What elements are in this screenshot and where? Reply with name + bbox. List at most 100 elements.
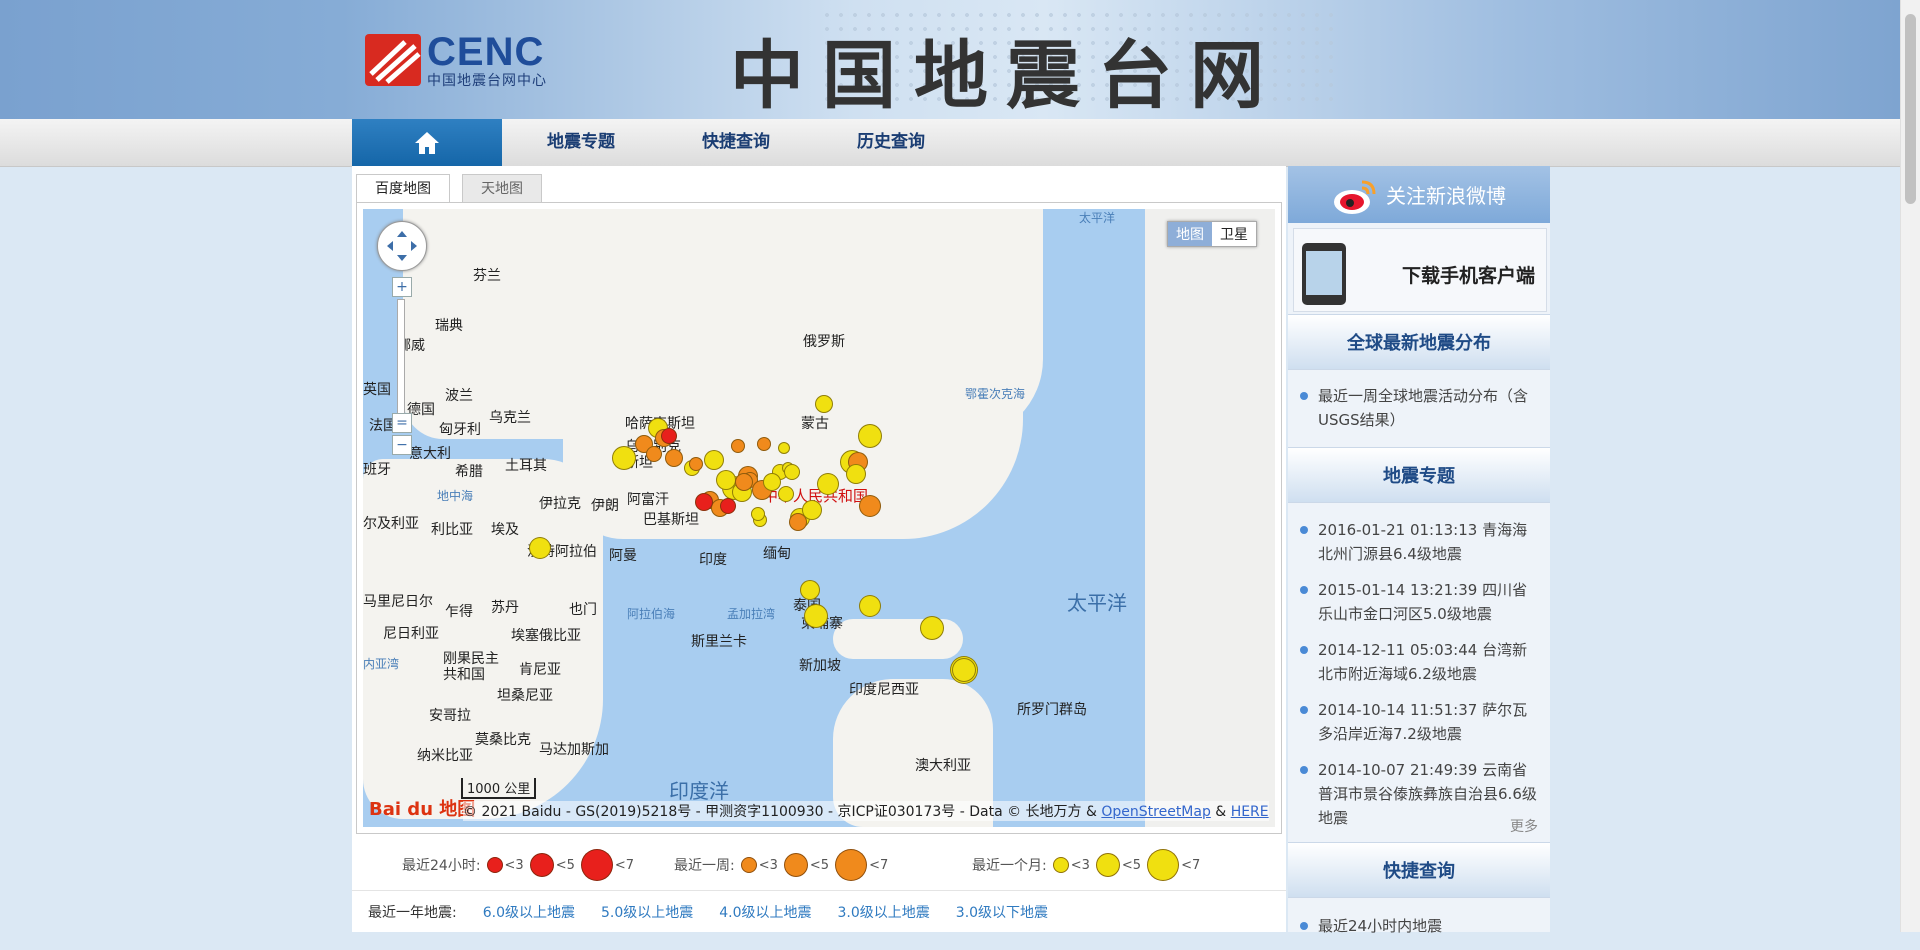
map-label: 土耳其	[505, 458, 547, 474]
map-label: 班牙	[363, 462, 391, 478]
copyright-amp: &	[1210, 804, 1231, 820]
legend-text: <5	[555, 857, 575, 873]
openstreetmap-link[interactable]: OpenStreetMap	[1101, 804, 1210, 820]
page-scrollbar[interactable]	[1900, 0, 1920, 932]
map-frame: 芬兰 瑞典 俄罗斯 挪威 英国 波兰 德国 乌克兰 法国 匈牙利 意大利 哈萨克…	[356, 202, 1282, 834]
legend-text: <3	[758, 857, 778, 873]
link-mag-3-plus[interactable]: 3.0级以上地震	[838, 902, 930, 922]
map-label: 斯里兰卡	[691, 634, 747, 650]
legend-month-label: 最近一个月:	[972, 858, 1047, 874]
earthquake-marker[interactable]	[612, 446, 636, 470]
earthquake-marker[interactable]	[665, 449, 683, 467]
map-label: 也门	[569, 602, 597, 618]
earthquake-marker[interactable]	[815, 395, 833, 413]
legend-dot-medium	[1095, 853, 1120, 877]
earthquake-marker[interactable]	[846, 464, 866, 484]
quick-search-heading[interactable]: 快捷查询	[1288, 842, 1550, 898]
earthquake-marker[interactable]	[784, 464, 800, 480]
earthquake-marker[interactable]	[751, 507, 765, 521]
land-japan	[963, 399, 993, 489]
legend-dot-large	[580, 849, 613, 881]
map-pan-control[interactable]	[377, 221, 427, 271]
zoom-level-handle[interactable]: =	[392, 413, 412, 433]
nav-home-button[interactable]	[352, 119, 502, 166]
map-type-switch: 地图 卫星	[1167, 221, 1257, 247]
list-item[interactable]: 2016-01-21 01:13:13 青海海北州门源县6.4级地震	[1288, 518, 1550, 566]
earthquake-marker[interactable]	[757, 437, 771, 451]
legend-text: <5	[809, 857, 830, 873]
legend-dot-large	[835, 849, 868, 881]
more-link[interactable]: 更多	[1510, 816, 1538, 836]
earthquake-marker[interactable]	[952, 658, 976, 682]
earthquake-marker[interactable]	[720, 498, 736, 514]
earthquake-marker[interactable]	[804, 604, 828, 628]
earthquake-marker[interactable]	[529, 537, 551, 559]
legend-text: <7	[614, 857, 635, 873]
earthquake-marker[interactable]	[859, 495, 881, 517]
map-label: 马达加斯加	[539, 742, 609, 758]
earthquake-marker[interactable]	[695, 493, 713, 511]
global-quakes-heading[interactable]: 全球最新地震分布	[1288, 314, 1550, 370]
earthquake-marker[interactable]	[735, 473, 753, 491]
link-mag-3-below[interactable]: 3.0级以下地震	[956, 902, 1048, 922]
zoom-in-button[interactable]: +	[392, 277, 412, 297]
legend-week: 最近一周: <3 <5 <7	[674, 849, 888, 881]
legend-dot-small	[1052, 857, 1069, 873]
logo-text: CENC	[427, 30, 545, 74]
list-item[interactable]: 2014-10-14 11:51:37 萨尔瓦多沿岸近海7.2级地震	[1288, 698, 1550, 746]
map-label: 乌克兰	[489, 410, 531, 426]
map-label-sea: 内亚湾	[363, 657, 400, 671]
earthquake-marker[interactable]	[920, 616, 944, 640]
earthquake-marker[interactable]	[778, 442, 790, 454]
map-label-sea: 阿拉伯海	[627, 607, 676, 621]
earthquake-marker[interactable]	[859, 595, 881, 617]
map-type-map-button[interactable]: 地图	[1168, 222, 1212, 246]
map-label-ocean: 印度洋	[669, 779, 729, 803]
earthquake-marker[interactable]	[858, 424, 882, 448]
nav-history-search[interactable]: 历史查询	[857, 119, 925, 166]
earthquake-map[interactable]: 芬兰 瑞典 俄罗斯 挪威 英国 波兰 德国 乌克兰 法国 匈牙利 意大利 哈萨克…	[363, 209, 1275, 827]
map-type-satellite-button[interactable]: 卫星	[1212, 222, 1256, 246]
link-mag-6-plus[interactable]: 6.0级以上地震	[483, 902, 575, 922]
map-unloaded-area	[1145, 209, 1275, 827]
earthquake-marker[interactable]	[800, 580, 820, 600]
map-label: 苏丹	[491, 600, 519, 616]
earthquake-marker[interactable]	[802, 500, 822, 520]
map-zoom-control: + = −	[377, 221, 427, 455]
earthquake-marker[interactable]	[731, 439, 745, 453]
earthquake-marker[interactable]	[661, 428, 677, 444]
map-label: 肯尼亚	[519, 662, 561, 678]
tab-tianditu[interactable]: 天地图	[462, 174, 542, 203]
map-label-sea: 孟加拉湾	[727, 607, 776, 621]
list-item[interactable]: 最近一周全球地震活动分布（含USGS结果）	[1288, 384, 1550, 432]
link-mag-4-plus[interactable]: 4.0级以上地震	[719, 902, 811, 922]
map-label: 匈牙利	[439, 422, 481, 438]
yearly-label: 最近一年地震:	[368, 905, 457, 921]
scrollbar-thumb[interactable]	[1905, 14, 1916, 204]
earthquake-marker[interactable]	[704, 450, 724, 470]
zoom-out-button[interactable]: −	[392, 435, 412, 455]
follow-weibo-button[interactable]: 关注新浪微博	[1288, 166, 1550, 223]
earthquake-marker[interactable]	[763, 473, 781, 491]
nav-earthquake-topics[interactable]: 地震专题	[547, 119, 615, 166]
tab-baidu-map[interactable]: 百度地图	[356, 174, 450, 203]
cenc-logo[interactable]: CENC 中国地震台网中心	[365, 30, 575, 90]
map-label: 利比亚	[431, 522, 473, 538]
zoom-slider[interactable]	[397, 299, 405, 431]
site-title: 中国地震台网	[730, 33, 1282, 119]
earthquake-marker[interactable]	[716, 470, 736, 490]
list-item[interactable]: 2015-01-14 13:21:39 四川省乐山市金口河区5.0级地震	[1288, 578, 1550, 626]
earthquake-marker[interactable]	[817, 473, 839, 495]
link-mag-5-plus[interactable]: 5.0级以上地震	[601, 902, 693, 922]
quick-search-list: 最近24小时内地震	[1288, 914, 1550, 950]
baidu-map-logo[interactable]: Bai du 地图	[369, 795, 475, 821]
earthquake-marker[interactable]	[689, 457, 703, 471]
list-item[interactable]: 2014-12-11 05:03:44 台湾新北市附近海域6.2级地震	[1288, 638, 1550, 686]
list-item[interactable]: 最近24小时内地震	[1288, 914, 1550, 938]
here-link[interactable]: HERE	[1231, 804, 1269, 820]
earthquake-marker[interactable]	[646, 446, 662, 462]
earthquake-marker[interactable]	[778, 486, 794, 502]
topics-heading[interactable]: 地震专题	[1288, 447, 1550, 503]
nav-quick-search[interactable]: 快捷查询	[702, 119, 770, 166]
download-app-banner[interactable]: 下载手机客户端	[1293, 228, 1547, 312]
